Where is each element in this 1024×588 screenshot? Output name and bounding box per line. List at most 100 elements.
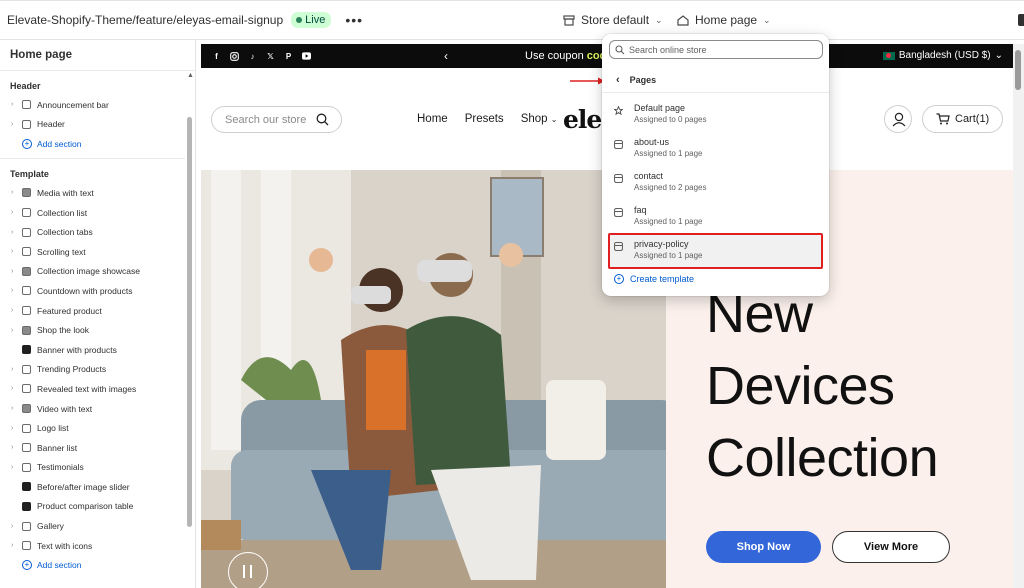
preview-scrollbar[interactable]: [1013, 44, 1024, 588]
sidebar-section-item[interactable]: › Revealed text with images: [0, 379, 195, 399]
sidebar-section-item[interactable]: Product comparison table: [0, 497, 195, 517]
chevron-right-icon[interactable]: ›: [11, 385, 21, 392]
device-icon[interactable]: [1018, 14, 1024, 26]
store-logo[interactable]: ele: [563, 105, 602, 134]
add-section-button[interactable]: + Add section: [0, 555, 195, 574]
chevron-right-icon[interactable]: ›: [11, 425, 21, 432]
scrollbar-thumb[interactable]: [187, 117, 192, 527]
chevron-down-icon: ⌄: [550, 115, 558, 124]
template-group-label: Template: [10, 169, 49, 180]
sidebar-section-item[interactable]: › Logo list: [0, 418, 195, 438]
template-item-about-us[interactable]: about-us Assigned to 1 page: [609, 132, 822, 166]
sidebar-section-item[interactable]: › Shop the look: [0, 320, 195, 340]
announcement-prev-icon[interactable]: ‹: [444, 49, 448, 63]
currency-selector[interactable]: Bangladesh (USD $) ⌄: [882, 50, 1003, 61]
sidebar-section-label: Revealed text with images: [37, 383, 137, 394]
sidebar-section-item[interactable]: › Trending Products: [0, 360, 195, 380]
template-name: faq: [634, 205, 647, 215]
nav-home[interactable]: Home: [417, 113, 448, 125]
template-item-privacy-policy[interactable]: privacy-policy Assigned to 1 page: [608, 233, 823, 269]
template-icon: [614, 174, 623, 183]
chevron-right-icon[interactable]: ›: [11, 542, 21, 549]
chevron-right-icon[interactable]: ›: [11, 189, 21, 196]
template-item-faq[interactable]: faq Assigned to 1 page: [609, 200, 822, 234]
chevron-right-icon[interactable]: ›: [11, 366, 21, 373]
sidebar-section-item[interactable]: Banner with products: [0, 340, 195, 360]
cart-button[interactable]: Cart(1): [922, 105, 1003, 133]
template-assignment: Assigned to 1 page: [634, 251, 703, 260]
sidebar-section-item[interactable]: › Featured product: [0, 301, 195, 321]
youtube-icon[interactable]: [302, 52, 311, 61]
chevron-right-icon[interactable]: ›: [11, 464, 21, 471]
tiktok-icon[interactable]: ♪: [248, 52, 257, 61]
more-actions-button[interactable]: •••: [345, 12, 363, 28]
pinterest-icon[interactable]: P: [284, 52, 293, 61]
instagram-icon[interactable]: [230, 51, 239, 61]
store-icon: [563, 14, 575, 26]
hero-title-line: Devices: [706, 356, 895, 416]
plus-circle-icon: +: [22, 138, 32, 149]
nav-shop[interactable]: Shop ⌄: [521, 113, 558, 125]
hero-photo: [201, 170, 666, 588]
sidebar-section-item[interactable]: › Collection tabs: [0, 222, 195, 242]
x-twitter-icon[interactable]: 𝕏: [266, 52, 275, 61]
sidebar-section-item[interactable]: › Collection list: [0, 203, 195, 223]
sidebar-section-item[interactable]: › Announcement bar: [0, 95, 195, 115]
sidebar-section-item[interactable]: › Media with text: [0, 183, 195, 203]
sections-sidebar: Home page Header › Announcement bar › Heade…: [0, 40, 196, 588]
template-picker-popover: Search online store ‹ Pages Default page…: [602, 34, 829, 296]
sidebar-section-item[interactable]: Before/after image slider: [0, 477, 195, 497]
add-section-button[interactable]: + Add section: [0, 134, 195, 153]
pause-button[interactable]: [228, 552, 268, 588]
store-search-input[interactable]: Search our store: [211, 106, 342, 133]
sidebar-scrollbar[interactable]: ▲: [187, 72, 194, 582]
sidebar-section-item[interactable]: › Banner list: [0, 438, 195, 458]
chevron-right-icon[interactable]: ›: [11, 307, 21, 314]
chevron-right-icon[interactable]: ›: [11, 101, 21, 108]
shop-now-button[interactable]: Shop Now: [706, 531, 821, 563]
sidebar-section-item[interactable]: › Header: [0, 115, 195, 135]
scrollbar-thumb[interactable]: [1015, 50, 1021, 90]
template-item-contact[interactable]: contact Assigned to 2 pages: [609, 166, 822, 200]
sidebar-section-item[interactable]: › Scrolling text: [0, 242, 195, 262]
theme-name[interactable]: Elevate-Shopify-Theme/feature/eleyas-ema…: [7, 13, 283, 27]
banner-icon: [22, 501, 31, 511]
sidebar-section-item[interactable]: › Video with text: [0, 399, 195, 419]
sidebar-section-item[interactable]: › Collection image showcase: [0, 262, 195, 282]
facebook-icon[interactable]: f: [212, 52, 221, 61]
chevron-right-icon[interactable]: ›: [11, 287, 21, 294]
add-section-label: Add section: [37, 138, 82, 149]
chevron-right-icon[interactable]: ›: [11, 405, 21, 412]
store-selector[interactable]: Store default ⌄: [563, 13, 663, 27]
chevron-right-icon[interactable]: ›: [11, 121, 21, 128]
layout-icon: [22, 119, 31, 129]
template-icon: [614, 242, 623, 251]
social-links: f ♪ 𝕏 P: [212, 52, 311, 61]
scroll-up-icon[interactable]: ▲: [187, 72, 194, 79]
chevron-right-icon[interactable]: ›: [11, 444, 21, 451]
template-assignment: Assigned to 0 pages: [634, 115, 707, 124]
popover-search-input[interactable]: Search online store: [609, 40, 823, 59]
chevron-right-icon[interactable]: ›: [11, 327, 21, 334]
template-item-Default page[interactable]: Default page Assigned to 0 pages: [609, 98, 822, 132]
page-selector[interactable]: Home page ⌄: [677, 13, 771, 27]
account-button[interactable]: [884, 105, 912, 133]
sidebar-section-item[interactable]: › Countdown with products: [0, 281, 195, 301]
sidebar-section-item[interactable]: › Text with icons: [0, 536, 195, 556]
chevron-right-icon[interactable]: ›: [11, 209, 21, 216]
chevron-right-icon[interactable]: ›: [11, 229, 21, 236]
banner-icon: [22, 345, 31, 355]
chevron-right-icon[interactable]: ›: [11, 523, 21, 530]
popover-back-button[interactable]: ‹ Pages: [602, 67, 829, 93]
sidebar-section-item[interactable]: › Testimonials: [0, 458, 195, 478]
chevron-right-icon[interactable]: ›: [11, 268, 21, 275]
create-template-button[interactable]: + Create template: [614, 274, 694, 284]
editor-topbar: Elevate-Shopify-Theme/feature/eleyas-ema…: [0, 0, 1024, 40]
template-item-text: about-us Assigned to 1 page: [634, 136, 703, 160]
sidebar-section-item[interactable]: › Gallery: [0, 516, 195, 536]
live-badge: Live: [291, 12, 332, 28]
nav-presets[interactable]: Presets: [465, 113, 504, 125]
template-name: privacy-policy: [634, 239, 689, 249]
view-more-button[interactable]: View More: [832, 531, 950, 563]
chevron-right-icon[interactable]: ›: [11, 248, 21, 255]
